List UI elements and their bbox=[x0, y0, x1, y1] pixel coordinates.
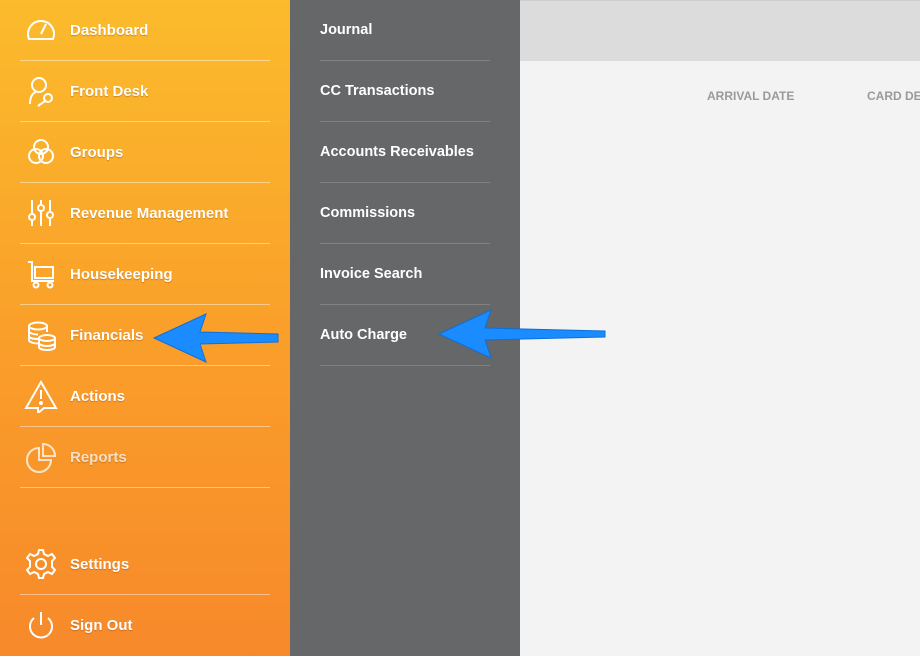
submenu-item-cc-transactions[interactable]: CC Transactions bbox=[320, 61, 490, 122]
submenu-item-invoice-search[interactable]: Invoice Search bbox=[320, 244, 490, 305]
sidebar-item-label: Front Desk bbox=[70, 82, 149, 100]
person-key-icon bbox=[22, 72, 60, 110]
warning-icon bbox=[22, 377, 60, 415]
sidebar-item-label: Actions bbox=[70, 387, 126, 405]
sidebar-item-label: Revenue Management bbox=[70, 204, 229, 222]
submenu-item-accounts-receivables[interactable]: Accounts Receivables bbox=[320, 122, 490, 183]
sidebar-item-settings[interactable]: Settings bbox=[20, 534, 270, 595]
sidebar-item-label: Sign Out bbox=[70, 617, 133, 634]
sidebar-item-actions[interactable]: Actions bbox=[20, 366, 270, 427]
pie-chart-icon bbox=[22, 438, 60, 476]
speedometer-icon bbox=[22, 11, 60, 49]
column-header-card-details[interactable]: CARD DE bbox=[867, 89, 920, 103]
cart-icon bbox=[22, 255, 60, 293]
sidebar-item-sign-out[interactable]: Sign Out bbox=[20, 595, 270, 656]
arrow-pointing-auto-charge-icon bbox=[437, 309, 606, 359]
sliders-icon bbox=[22, 194, 60, 232]
groups-circles-icon bbox=[22, 133, 60, 171]
power-icon bbox=[22, 607, 60, 645]
sidebar-item-housekeeping[interactable]: Housekeeping bbox=[20, 244, 270, 305]
sidebar-item-front-desk[interactable]: Front Desk bbox=[20, 61, 270, 122]
sidebar-item-dashboard[interactable]: Dashboard bbox=[20, 0, 270, 61]
sidebar-item-groups[interactable]: Groups bbox=[20, 122, 270, 183]
sidebar-item-label: Housekeeping bbox=[70, 265, 173, 283]
arrow-pointing-financials-icon bbox=[152, 313, 279, 363]
sidebar-item-label: Reports bbox=[70, 448, 127, 466]
column-header-arrival-date[interactable]: ARRIVAL DATE bbox=[707, 89, 794, 103]
submenu-item-commissions[interactable]: Commissions bbox=[320, 183, 490, 244]
submenu-item-journal[interactable]: Journal bbox=[320, 0, 490, 61]
sidebar-item-label: Groups bbox=[70, 143, 124, 161]
gear-icon bbox=[22, 545, 60, 583]
sidebar-item-revenue-management[interactable]: Revenue Management bbox=[20, 183, 270, 244]
sidebar-item-label: Settings bbox=[70, 555, 130, 573]
sidebar-item-label: Financials bbox=[70, 326, 144, 344]
top-bar bbox=[520, 0, 920, 61]
sidebar-item-label: Dashboard bbox=[70, 21, 149, 39]
sidebar-item-reports[interactable]: Reports bbox=[20, 427, 270, 488]
coins-stack-icon bbox=[22, 316, 60, 354]
